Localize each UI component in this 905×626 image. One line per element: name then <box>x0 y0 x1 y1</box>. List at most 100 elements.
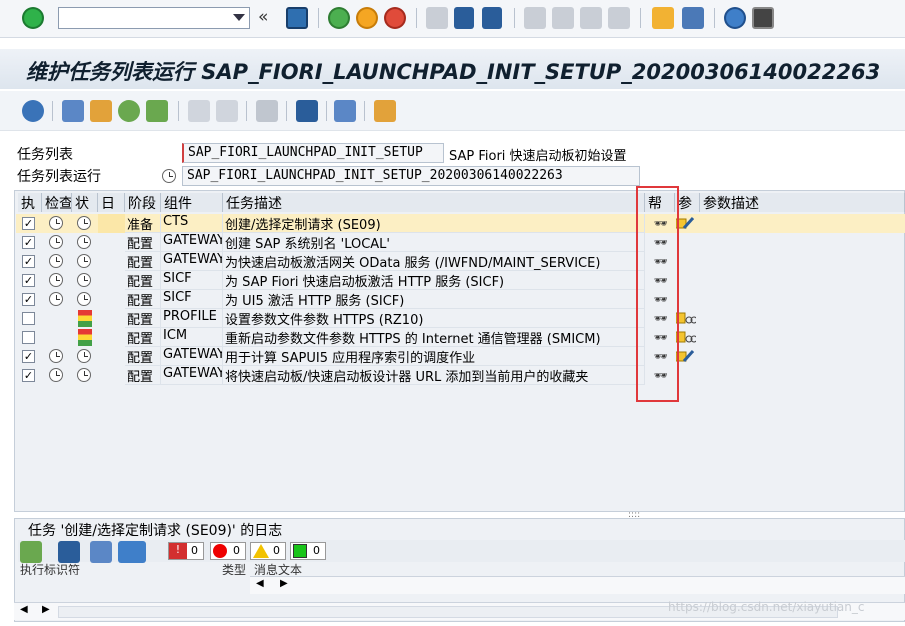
previous-page-icon[interactable] <box>552 7 574 29</box>
column-header-component[interactable]: 组件 <box>161 193 223 212</box>
start-icon[interactable] <box>90 100 112 122</box>
expand-collapse-icon[interactable]: « <box>258 7 280 29</box>
description-cell: 创建 SAP 系统别名 'LOCAL' <box>223 233 645 252</box>
customize-layout-icon[interactable] <box>752 7 774 29</box>
log-cell[interactable] <box>98 214 125 233</box>
column-header-check[interactable]: 检查 <box>42 193 72 212</box>
back-icon[interactable] <box>328 7 350 29</box>
last-page-icon[interactable] <box>608 7 630 29</box>
table-row[interactable]: ✓ 配置 GATEWAY 为快速启动板激活网关 OData 服务 (/IWFND/MA… <box>16 252 905 271</box>
description-cell: 为 UI5 激活 HTTP 服务 (SICF) <box>223 290 645 309</box>
column-header-param-desc[interactable]: 参数描述 <box>700 193 905 212</box>
log-cell[interactable] <box>98 290 125 309</box>
column-header-status[interactable]: 状 <box>72 193 98 212</box>
exec-checkbox[interactable]: ✓ <box>22 350 35 363</box>
log-cell[interactable] <box>98 252 125 271</box>
log-cell[interactable] <box>98 271 125 290</box>
find-next-icon[interactable] <box>482 7 502 29</box>
table-row[interactable]: ✓ 配置 SICF 为 SAP Fiori 快速启动板激活 HTTP 服务 (SICF… <box>16 271 905 290</box>
exec-checkbox[interactable]: ✓ <box>22 274 35 287</box>
check-clock-icon[interactable] <box>49 292 63 306</box>
exec-checkbox[interactable]: ✓ <box>22 293 35 306</box>
print-icon[interactable] <box>426 7 448 29</box>
splitter-handle[interactable]: :::: <box>628 510 640 520</box>
create-session-icon[interactable] <box>652 7 674 29</box>
scroll-right-icon[interactable]: ▶ <box>280 578 288 589</box>
table-row[interactable]: ✓ 配置 GATEWAY 用于计算 SAPUI5 应用程序索引的调度作业 🕶 <box>16 347 905 366</box>
warning-counter[interactable]: 0 <box>250 542 286 560</box>
scroll-left-icon[interactable]: ◀ <box>20 604 28 615</box>
exec-checkbox[interactable] <box>22 312 35 325</box>
exec-checkbox[interactable] <box>22 331 35 344</box>
find-log-icon[interactable] <box>58 541 80 563</box>
table-row[interactable]: ✓ 配置 GATEWAY 将快速启动板/快速启动板设计器 URL 添加到当前用户的收藏… <box>16 366 905 385</box>
check-icon[interactable] <box>118 100 140 122</box>
refresh-log-icon[interactable] <box>20 541 42 563</box>
log-cell[interactable] <box>98 347 125 366</box>
column-header-log[interactable]: 日 <box>98 193 125 212</box>
enter-icon[interactable] <box>22 7 44 29</box>
column-header-phase[interactable]: 阶段 <box>125 193 161 212</box>
chevron-down-icon[interactable] <box>233 14 245 21</box>
log-cell[interactable] <box>98 328 125 347</box>
exec-checkbox[interactable]: ✓ <box>22 369 35 382</box>
export-icon[interactable] <box>374 100 396 122</box>
description-cell: 为 SAP Fiori 快速启动板激活 HTTP 服务 (SICF) <box>223 271 645 290</box>
exec-checkbox[interactable]: ✓ <box>22 217 35 230</box>
task-list-description: SAP Fiori 快速启动板初始设置 <box>449 149 627 164</box>
help-icon[interactable] <box>724 7 746 29</box>
column-header-exec[interactable]: 执 <box>18 193 42 212</box>
log-toolbar: ! 0 0 0 0 <box>18 540 905 563</box>
exit-icon[interactable] <box>356 7 378 29</box>
save-icon[interactable] <box>286 7 308 29</box>
column-header-description[interactable]: 任务描述 <box>223 193 645 212</box>
task-list-field[interactable]: SAP_FIORI_LAUNCHPAD_INIT_SETUP <box>182 143 444 163</box>
cancel-icon[interactable] <box>384 7 406 29</box>
table-row[interactable]: ✓ 配置 SICF 为 UI5 激活 HTTP 服务 (SICF) 🕶 <box>16 290 905 309</box>
next-page-icon[interactable] <box>580 7 602 29</box>
display-icon[interactable] <box>256 100 278 122</box>
table-row[interactable]: ✓ 配置 GATEWAY 创建 SAP 系统别名 'LOCAL' 🕶 <box>16 233 905 252</box>
table-row[interactable]: 配置 PROFILE 设置参数文件参数 HTTPS (RZ10) 🕶 <box>16 309 905 328</box>
info-icon[interactable] <box>296 100 318 122</box>
check-clock-icon[interactable] <box>49 254 63 268</box>
log-scrollbar[interactable]: ◀ ▶ <box>250 576 905 594</box>
scroll-left-icon[interactable]: ◀ <box>256 578 264 589</box>
description-cell: 设置参数文件参数 HTTPS (RZ10) <box>223 309 645 328</box>
find-next-log-icon[interactable] <box>90 541 112 563</box>
navigate-icon[interactable] <box>334 100 356 122</box>
table-row[interactable]: ✓ 准备 CTS 创建/选择定制请求 (SE09) 🕶 <box>16 214 905 233</box>
document-export-icon[interactable] <box>216 100 238 122</box>
status-clock-icon <box>77 349 91 363</box>
find-icon[interactable] <box>454 7 474 29</box>
check-clock-icon[interactable] <box>49 368 63 382</box>
first-page-icon[interactable] <box>524 7 546 29</box>
table-row[interactable]: 配置 ICM 重新启动参数文件参数 HTTPS 的 Internet 通信管理器 (… <box>16 328 905 347</box>
document-icon[interactable] <box>188 100 210 122</box>
command-field[interactable] <box>58 7 250 29</box>
settings-icon[interactable] <box>62 100 84 122</box>
exec-checkbox[interactable]: ✓ <box>22 236 35 249</box>
component-cell: GATEWAY <box>161 366 223 385</box>
component-cell: CTS <box>161 214 223 233</box>
log-cell[interactable] <box>98 309 125 328</box>
check-clock-icon[interactable] <box>49 349 63 363</box>
check-clock-icon[interactable] <box>49 235 63 249</box>
stop-counter[interactable]: 0 <box>210 542 246 560</box>
error-counter[interactable]: ! 0 <box>168 542 204 560</box>
separator <box>286 101 287 121</box>
scroll-right-icon[interactable]: ▶ <box>42 604 50 615</box>
check-clock-icon[interactable] <box>49 216 63 230</box>
shortcut-icon[interactable] <box>682 7 704 29</box>
check-clock-icon[interactable] <box>49 273 63 287</box>
refresh-icon[interactable] <box>22 100 44 122</box>
job-icon[interactable] <box>146 100 168 122</box>
log-cell[interactable] <box>98 233 125 252</box>
application-toolbar <box>0 91 905 131</box>
phase-cell: 配置 <box>125 233 161 252</box>
ok-counter[interactable]: 0 <box>290 542 326 560</box>
log-cell[interactable] <box>98 366 125 385</box>
exec-checkbox[interactable]: ✓ <box>22 255 35 268</box>
filter-icon[interactable] <box>118 541 146 563</box>
status-clock-icon <box>77 292 91 306</box>
